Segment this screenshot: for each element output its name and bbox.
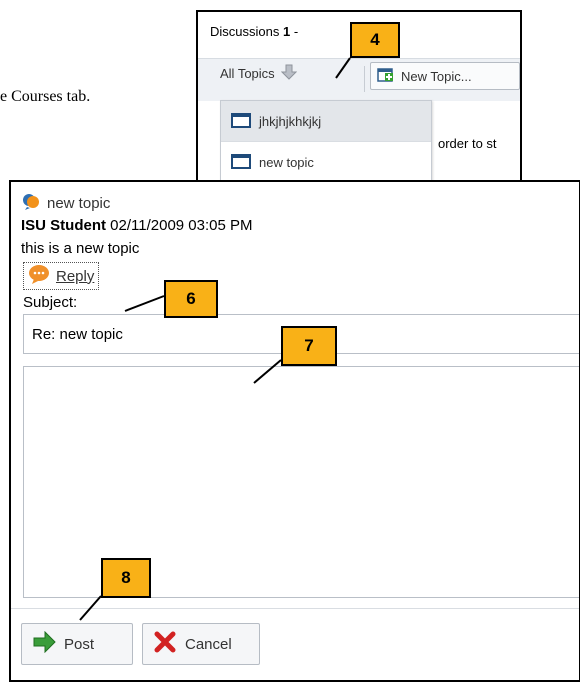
discussions-header: Discussions 1 - [210, 24, 298, 39]
folder-icon [231, 153, 251, 172]
menu-item-new-topic[interactable]: new topic [221, 142, 431, 180]
cancel-label: Cancel [185, 635, 232, 653]
new-topic-label: New Topic... [401, 68, 472, 84]
menu-item-label: new topic [259, 154, 314, 170]
author-name: ISU Student [21, 217, 106, 234]
post-body: this is a new topic [21, 240, 140, 257]
reply-button[interactable]: Reply [23, 262, 100, 290]
post-timestamp: 02/11/2009 03:05 PM [110, 217, 253, 234]
topics-menu: jhkjhjkhkjkj new topic [220, 100, 432, 180]
instruction-text: e Courses tab. [0, 88, 91, 105]
callout-7: 7 [281, 326, 337, 366]
callout-4: 4 [350, 22, 400, 58]
post-arrow-icon [32, 630, 56, 657]
post-button[interactable]: Post [21, 623, 133, 665]
toolbar-divider [364, 66, 365, 92]
subject-label: Subject: [23, 294, 78, 311]
partial-side-text: order to st [438, 136, 497, 151]
action-buttons: Post Cancel [11, 608, 579, 680]
cancel-x-icon [153, 631, 177, 657]
menu-item-label: jhkjhjkhkjkj [259, 113, 322, 129]
discussions-suffix: - [290, 24, 299, 39]
new-topic-button[interactable]: New Topic... [370, 62, 520, 90]
reply-bubble-icon [28, 264, 50, 288]
cancel-button[interactable]: Cancel [142, 623, 260, 665]
callout-6: 6 [164, 280, 218, 318]
down-arrow-icon [280, 64, 297, 83]
all-topics-button[interactable]: All Topics [220, 64, 297, 83]
menu-item-jhkjhjkhkjkj[interactable]: jhkjhjkhkjkj [221, 101, 431, 142]
topic-title-text: new topic [47, 194, 111, 212]
callout-8: 8 [101, 558, 151, 598]
reply-label: Reply [56, 267, 95, 285]
topic-title: new topic [21, 192, 110, 214]
author-line: ISU Student 02/11/2009 03:05 PM [21, 217, 253, 234]
reply-form-screenshot: new topic ISU Student 02/11/2009 03:05 P… [9, 180, 580, 682]
post-label: Post [64, 635, 95, 653]
folder-icon [231, 112, 251, 131]
new-topic-icon [377, 67, 395, 86]
discussion-bubble-icon [21, 192, 41, 214]
all-topics-label: All Topics [220, 66, 275, 81]
discussions-label: Discussions [210, 24, 280, 39]
